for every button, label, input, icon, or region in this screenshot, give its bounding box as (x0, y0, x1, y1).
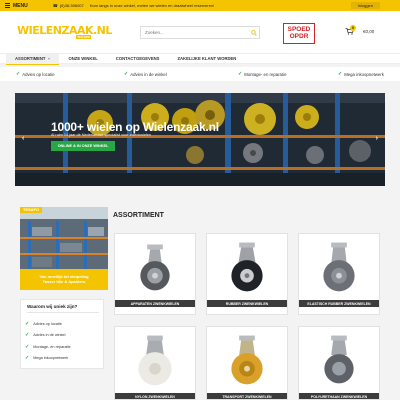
product-card[interactable]: ELASTISCH RUBBER ZWENKWIELEN (298, 233, 380, 315)
usp-bar: ✓ Advies op locatie ✓ Advies in de winke… (0, 67, 400, 81)
sidebar-promo[interactable]: TEGAPO Van moeilijk tot simpeling Tasser… (20, 207, 108, 290)
main-nav: ASSORTIMENT ONZE WINKEL CONTACTGEGEVENS … (0, 53, 400, 65)
check-icon: ✓ (124, 71, 129, 77)
cart-total: €0,00 (363, 29, 375, 34)
product-label: ELASTISCH RUBBER ZWENKWIELEN (299, 300, 379, 307)
chevron-left-icon[interactable]: ‹ (22, 135, 24, 142)
cart-count-badge: 0 (350, 25, 356, 31)
hero-subtitle: Al ruim 14 jaar dé Nederlandse specialis… (51, 133, 152, 137)
caster-wheel-image (138, 335, 172, 386)
usp-label: Mega inkoopnetwerk (344, 71, 384, 77)
product-label: TRANSPORT ZWENKWIELEN (207, 393, 287, 399)
spoed-line1: SPOED (287, 26, 311, 33)
chevron-down-icon (48, 57, 51, 60)
promo-caption: Van moeilijk tot simpeling Tasser tille … (20, 269, 108, 290)
caster-wheel-image (140, 244, 170, 291)
why-unique-box: Waarom wij uniek zijn? ✓ Advies op locati… (20, 299, 104, 369)
caster-wheel-image (231, 242, 263, 292)
usp-item: ✓ Mega inkoopnetwerk (338, 71, 384, 77)
product-card[interactable]: TRANSPORT ZWENKWIELEN (206, 326, 288, 400)
usp-item: ✓ Montage- en reparatie (238, 71, 286, 77)
list-item: ✓ Advies in de winkel (25, 330, 71, 342)
caster-wheel-image (324, 335, 354, 384)
usp-item: ✓ Advies in de winkel (124, 71, 167, 77)
why-title: Waarom wij uniek zijn? (27, 304, 78, 309)
product-label: APPARATEN ZWENKWIELEN (115, 300, 195, 307)
list-item: ✓ Mega inkoopnetwerk (25, 353, 71, 365)
usp-label: Montage- en reparatie (244, 71, 287, 77)
nav-item-contactgegevens[interactable]: CONTACTGEGEVENS (107, 54, 169, 64)
hero-cta-button[interactable]: ONLINE & IN ONZE WINKEL (51, 141, 115, 151)
nav-label: ASSORTIMENT (15, 56, 46, 61)
list-item: ✓ Montage- en reparatie (25, 341, 71, 353)
divider (27, 312, 99, 313)
nav-item-assortiment[interactable]: ASSORTIMENT (6, 53, 60, 65)
check-icon: ✓ (238, 71, 243, 77)
product-label: RUBBER ZWENKWIELEN (207, 300, 287, 307)
product-card[interactable]: RUBBER ZWENKWIELEN (206, 233, 288, 315)
phone-number: (0)38-396007 (59, 3, 84, 8)
search-box (140, 26, 260, 39)
site-header: WIELENZAAK.NL TEGAPO SPOED OPDR 0 €0,00 (0, 11, 400, 53)
check-icon: ✓ (338, 71, 343, 77)
chevron-right-icon[interactable]: › (376, 135, 378, 142)
hero-image (15, 93, 385, 186)
cart-button[interactable]: 0 €0,00 (345, 25, 375, 35)
check-icon: ✓ (25, 355, 30, 362)
nav-label: ZAKELIJKE KLANT WORDEN (177, 56, 237, 61)
menu-label: MENU (13, 2, 28, 9)
spoed-order-badge[interactable]: SPOED OPDR (283, 23, 315, 44)
search-button[interactable] (248, 27, 259, 38)
phone-icon: ☎ (52, 3, 58, 8)
search-input[interactable] (141, 27, 248, 38)
list-item-label: Advies op locatie (33, 321, 62, 326)
check-icon: ✓ (25, 320, 30, 327)
nav-item-onze-winkel[interactable]: ONZE WINKEL (59, 54, 106, 64)
hamburger-icon (5, 3, 10, 8)
caster-wheel-image (231, 335, 263, 385)
top-promo-text: Kom langs in onze winkel, meten we wiele… (89, 3, 215, 8)
caster-wheel-image (323, 242, 355, 292)
site-logo[interactable]: WIELENZAAK.NL TEGAPO (17, 25, 112, 39)
check-icon: ✓ (16, 71, 21, 77)
promo-image (20, 207, 108, 269)
promo-ribbon: TEGAPO (20, 207, 43, 213)
usp-label: Advies op locatie (22, 71, 55, 77)
nav-label: ONZE WINKEL (68, 56, 98, 61)
assortment-heading: ASSORTIMENT (113, 212, 164, 219)
check-icon: ✓ (25, 332, 30, 339)
usp-item: ✓ Advies op locatie (16, 71, 55, 77)
list-item-label: Montage- en reparatie (33, 344, 71, 349)
usp-label: Advies in de winkel (130, 71, 167, 77)
hero-banner[interactable]: 1000+ wielen op Wielenzaak.nl Al ruim 14… (15, 93, 385, 186)
list-item-label: Mega inkoopnetwerk (33, 356, 69, 361)
list-item: ✓ Advies op locatie (25, 318, 71, 330)
phone-link[interactable]: ☎ (0)38-396007 (53, 3, 84, 8)
logo-subtext: TEGAPO (76, 35, 91, 39)
hero-title: 1000+ wielen op Wielenzaak.nl (51, 120, 219, 134)
product-card[interactable]: POLYURETHAAN ZWENKWIELEN (298, 326, 380, 400)
product-card[interactable]: NYLON ZWENKWIELEN (114, 326, 196, 400)
promo-caption-line2: Tasser tille & Apalders (42, 279, 86, 284)
spoed-line2: OPDR (289, 33, 309, 40)
search-icon (250, 29, 257, 36)
top-bar: MENU ☎ (0)38-396007 Kom langs in onze wi… (0, 0, 400, 11)
list-item-label: Advies in de winkel (33, 333, 66, 338)
why-list: ✓ Advies op locatie ✓ Advies in de winkel … (25, 318, 71, 364)
product-label: POLYURETHAAN ZWENKWIELEN (299, 393, 379, 399)
login-button[interactable]: Inloggen (350, 2, 380, 9)
nav-item-zakelijke-klant[interactable]: ZAKELIJKE KLANT WORDEN (168, 54, 245, 64)
menu-button[interactable]: MENU (0, 0, 33, 11)
product-card[interactable]: APPARATEN ZWENKWIELEN (114, 233, 196, 315)
product-label: NYLON ZWENKWIELEN (115, 393, 195, 399)
check-icon: ✓ (25, 343, 30, 350)
nav-label: CONTACTGEGEVENS (115, 56, 160, 61)
